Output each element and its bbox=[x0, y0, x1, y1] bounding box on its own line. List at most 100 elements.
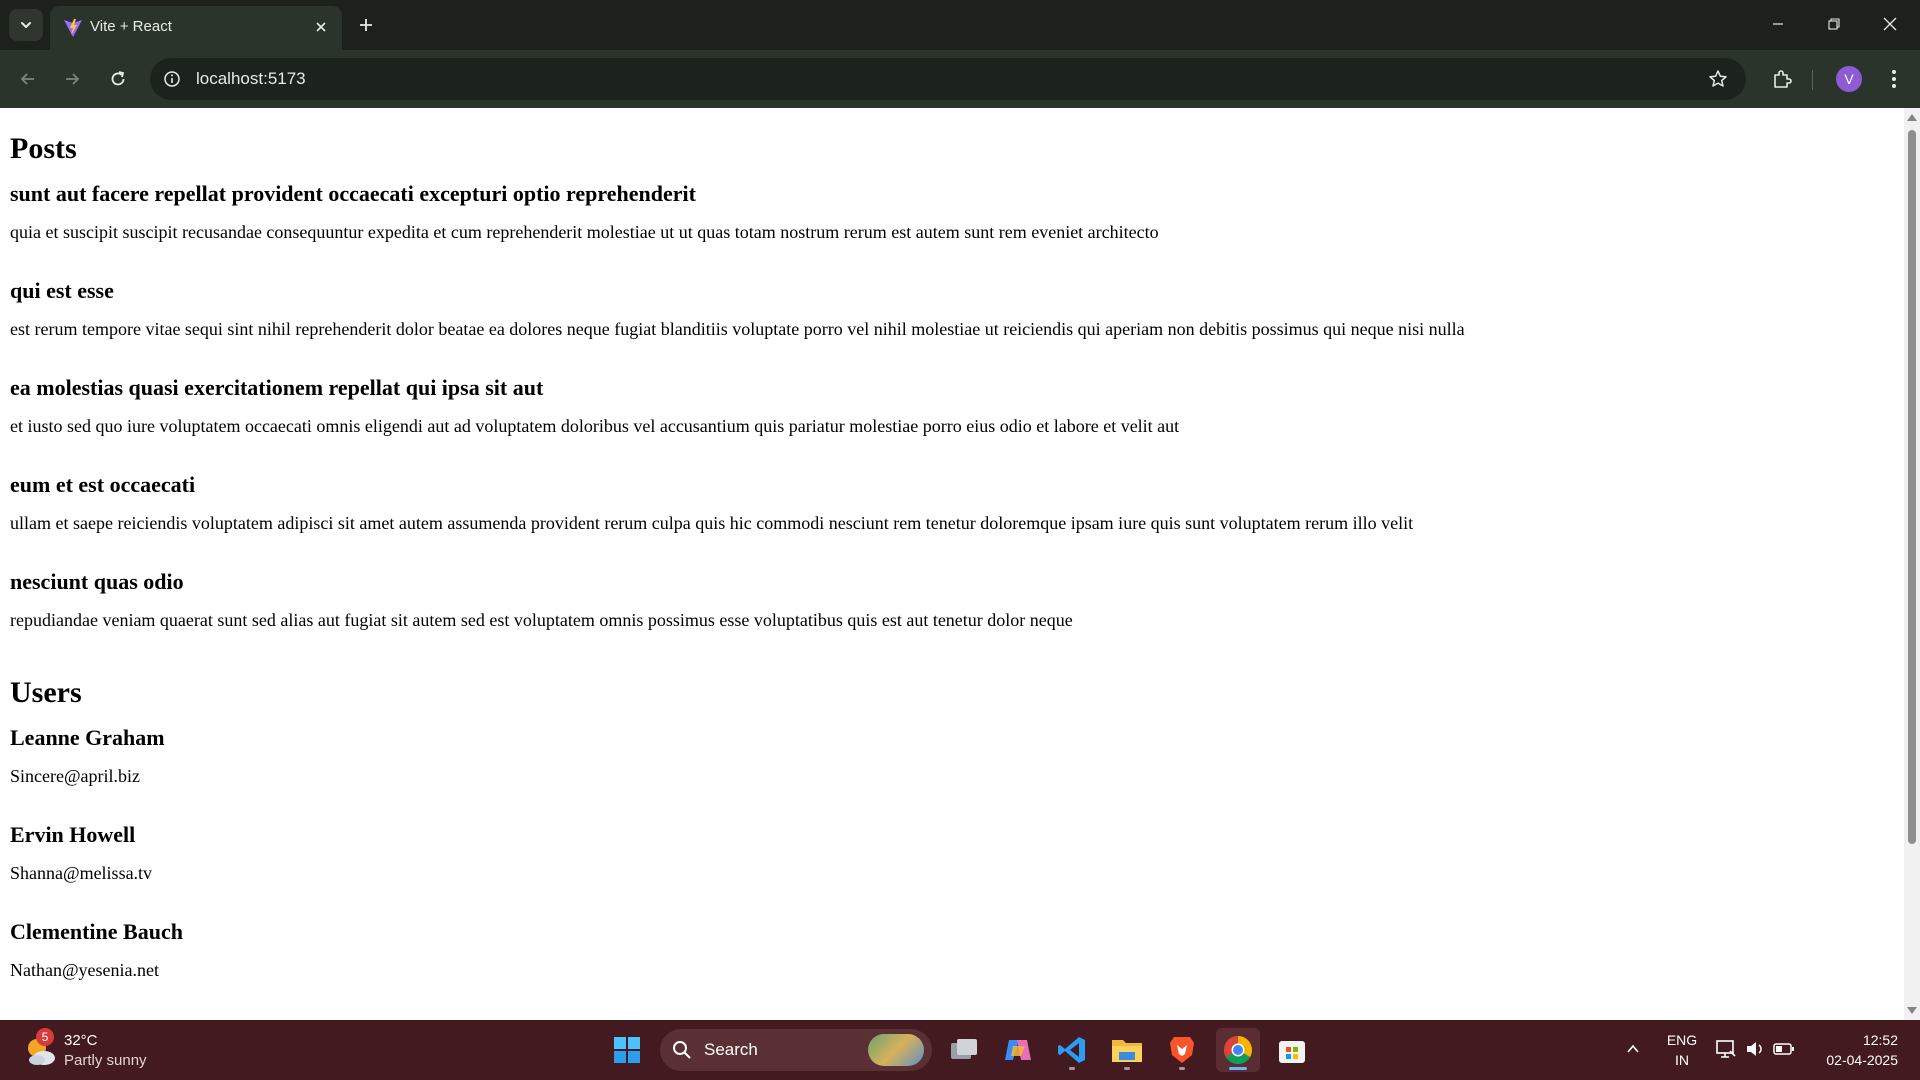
browser-tab[interactable]: Vite + React bbox=[50, 6, 342, 50]
bookmark-button[interactable] bbox=[1706, 67, 1730, 91]
close-icon bbox=[316, 22, 326, 32]
post-body: est rerum tempore vitae sequi sint nihil… bbox=[10, 319, 1465, 339]
browser-menu-button[interactable] bbox=[1880, 63, 1908, 95]
browser-toolbar: localhost:5173 V bbox=[0, 50, 1920, 108]
scroll-down-arrow-icon[interactable] bbox=[1907, 1007, 1917, 1014]
more-vertical-icon bbox=[1892, 70, 1896, 88]
reload-button[interactable] bbox=[102, 63, 134, 95]
clock-date: 02-04-2025 bbox=[1826, 1052, 1898, 1068]
minimize-icon bbox=[1773, 23, 1783, 25]
page-viewport: Posts sunt aut facere repellat provident… bbox=[0, 108, 1920, 1020]
volume-button[interactable] bbox=[1742, 1036, 1768, 1062]
star-icon bbox=[1709, 70, 1727, 87]
close-icon bbox=[1883, 17, 1897, 31]
browser-tab-strip: Vite + React bbox=[0, 0, 1920, 50]
copilot-icon bbox=[1005, 1040, 1031, 1060]
posts-heading: Posts bbox=[10, 132, 77, 165]
input-language-indicator[interactable]: ENG IN bbox=[1664, 1030, 1700, 1070]
restore-icon bbox=[1828, 18, 1840, 30]
store-icon bbox=[1279, 1041, 1305, 1063]
battery-icon bbox=[1773, 1043, 1794, 1055]
running-indicator bbox=[1179, 1067, 1185, 1070]
url-text[interactable]: localhost:5173 bbox=[196, 69, 306, 89]
tab-search-button[interactable] bbox=[9, 9, 43, 41]
windows-start-icon bbox=[614, 1037, 640, 1063]
start-button[interactable] bbox=[605, 1028, 649, 1072]
brave-lion-icon bbox=[1170, 1037, 1194, 1063]
profile-avatar[interactable]: V bbox=[1836, 66, 1862, 92]
show-hidden-icons-button[interactable] bbox=[1620, 1036, 1646, 1062]
extensions-button[interactable] bbox=[1766, 63, 1798, 95]
language-code: ENG bbox=[1666, 1032, 1698, 1048]
user-email: Sincere@april.biz bbox=[10, 766, 141, 786]
brave-button[interactable] bbox=[1160, 1028, 1204, 1072]
restore-button[interactable] bbox=[1806, 0, 1862, 48]
taskbar-search[interactable]: Search bbox=[660, 1029, 932, 1071]
running-indicator bbox=[1069, 1067, 1075, 1070]
tab-close-button[interactable] bbox=[310, 16, 332, 38]
weather-description: Partly sunny bbox=[64, 1052, 147, 1069]
post-title: nesciunt quas odio bbox=[10, 569, 184, 594]
scroll-up-arrow-icon[interactable] bbox=[1907, 114, 1917, 121]
post-title: eum et est occaecati bbox=[10, 472, 196, 497]
users-heading: Users bbox=[10, 676, 82, 709]
post-title: qui est esse bbox=[10, 278, 114, 303]
user-name: Ervin Howell bbox=[10, 822, 136, 847]
back-button[interactable] bbox=[12, 63, 44, 95]
search-label: Search bbox=[704, 1040, 758, 1059]
post-title: sunt aut facere repellat provident occae… bbox=[10, 181, 696, 206]
toolbar-divider bbox=[1812, 70, 1813, 90]
file-explorer-button[interactable] bbox=[1105, 1028, 1149, 1072]
active-indicator bbox=[1229, 1067, 1247, 1070]
search-highlight-image bbox=[868, 1034, 924, 1066]
info-icon bbox=[164, 71, 180, 87]
clock-time: 12:52 bbox=[1862, 1032, 1898, 1048]
arrow-right-icon bbox=[66, 73, 80, 85]
post-body: ullam et saepe reiciendis voluptatem adi… bbox=[10, 513, 1414, 533]
network-button[interactable] bbox=[1713, 1036, 1739, 1062]
post-title: ea molestias quasi exercitationem repell… bbox=[10, 375, 544, 400]
chrome-button[interactable] bbox=[1216, 1028, 1260, 1072]
user-email: Shanna@melissa.tv bbox=[10, 863, 153, 883]
network-icon bbox=[1716, 1040, 1736, 1058]
vscode-button[interactable] bbox=[1050, 1028, 1094, 1072]
post-body: repudiandae veniam quaerat sunt sed alia… bbox=[10, 610, 1073, 630]
chevron-down-icon bbox=[21, 22, 31, 28]
plus-icon bbox=[360, 19, 372, 31]
volume-icon bbox=[1747, 1042, 1762, 1056]
scrollbar-thumb[interactable] bbox=[1908, 130, 1916, 844]
puzzle-icon bbox=[1774, 70, 1792, 88]
windows-taskbar: 5 32°C Partly sunny Search ENG IN 12:52 … bbox=[0, 1020, 1920, 1080]
post-body: et iusto sed quo iure voluptatem occaeca… bbox=[10, 416, 1180, 436]
user-email: Nathan@yesenia.net bbox=[10, 960, 160, 980]
chrome-icon bbox=[1224, 1036, 1252, 1064]
region-code: IN bbox=[1675, 1052, 1689, 1068]
vertical-scrollbar[interactable] bbox=[1904, 108, 1920, 1020]
task-view-icon bbox=[951, 1039, 977, 1059]
forward-button[interactable] bbox=[56, 63, 88, 95]
reload-icon bbox=[111, 71, 125, 86]
address-bar[interactable]: localhost:5173 bbox=[150, 58, 1746, 100]
system-clock[interactable]: 12:52 02-04-2025 bbox=[1808, 1030, 1898, 1070]
folder-icon bbox=[1112, 1040, 1142, 1062]
copilot-button[interactable] bbox=[996, 1028, 1040, 1072]
close-window-button[interactable] bbox=[1862, 0, 1918, 48]
search-icon bbox=[673, 1041, 691, 1059]
weather-temperature: 32°C bbox=[64, 1032, 98, 1049]
task-view-button[interactable] bbox=[942, 1028, 986, 1072]
site-info-button[interactable] bbox=[160, 67, 184, 91]
chevron-up-icon bbox=[1627, 1044, 1639, 1053]
weather-alert-badge: 5 bbox=[36, 1028, 54, 1046]
microsoft-store-button[interactable] bbox=[1270, 1028, 1314, 1072]
vite-logo-icon bbox=[64, 19, 82, 37]
tab-title: Vite + React bbox=[90, 18, 172, 35]
battery-button[interactable] bbox=[1771, 1036, 1797, 1062]
weather-widget[interactable]: 5 32°C Partly sunny bbox=[24, 1028, 174, 1072]
minimize-button[interactable] bbox=[1750, 0, 1806, 48]
new-tab-button[interactable] bbox=[352, 11, 380, 39]
running-indicator bbox=[1124, 1067, 1130, 1070]
arrow-left-icon bbox=[20, 73, 34, 85]
vscode-icon bbox=[1058, 1037, 1085, 1063]
post-body: quia et suscipit suscipit recusandae con… bbox=[10, 222, 1159, 242]
user-name: Leanne Graham bbox=[10, 725, 165, 750]
